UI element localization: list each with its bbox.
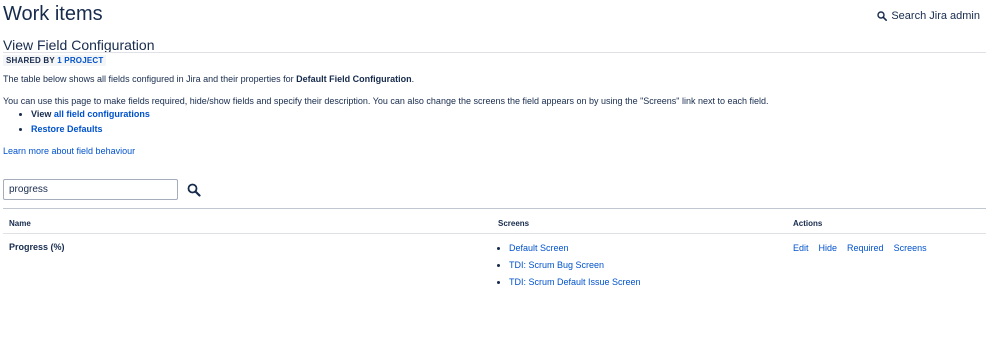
table-header-divider <box>3 233 986 234</box>
screen-item: TDI: Scrum Bug Screen <box>509 257 641 274</box>
shared-by-badge: SHARED BY 1 PROJECT <box>3 55 107 66</box>
description-prefix: The table below shows all fields configu… <box>3 74 294 84</box>
learn-more-link[interactable]: Learn more about field behaviour <box>3 146 135 156</box>
shared-projects-link[interactable]: 1 PROJECT <box>57 56 103 65</box>
hide-action[interactable]: Hide <box>819 243 838 253</box>
option-view-all: View all field configurations <box>31 107 150 122</box>
required-action[interactable]: Required <box>847 243 884 253</box>
all-field-configurations-link[interactable]: all field configurations <box>54 109 150 119</box>
column-header-name: Name <box>9 219 31 228</box>
page-title: Work items <box>3 3 103 25</box>
restore-defaults-link[interactable]: Restore Defaults <box>31 124 103 134</box>
screens-action[interactable]: Screens <box>894 243 927 253</box>
description-usage: You can use this page to make fields req… <box>3 96 769 106</box>
screen-item: Default Screen <box>509 240 641 257</box>
search-icon[interactable] <box>187 183 201 197</box>
screens-list: Default Screen TDI: Scrum Bug Screen TDI… <box>496 240 641 291</box>
description-suffix: . <box>411 74 415 84</box>
option-view-prefix: View <box>31 109 52 119</box>
description-config: The table below shows all fields configu… <box>3 74 414 84</box>
column-header-actions: Actions <box>793 219 823 228</box>
table-top-divider <box>3 208 986 209</box>
column-header-screens: Screens <box>498 219 530 228</box>
edit-action[interactable]: Edit <box>793 243 809 253</box>
search-jira-admin-label: Search Jira admin <box>891 10 980 22</box>
section-title: View Field Configuration <box>3 37 155 53</box>
row-actions: Edit Hide Required Screens <box>793 243 927 253</box>
shared-by-prefix: SHARED BY <box>6 56 55 65</box>
config-options-list: View all field configurations Restore De… <box>17 107 150 137</box>
search-jira-admin-link[interactable]: Search Jira admin <box>877 10 980 22</box>
field-search-input[interactable] <box>3 179 178 200</box>
screen-link-scrum-default-issue[interactable]: TDI: Scrum Default Issue Screen <box>509 277 641 287</box>
title-divider <box>3 52 986 53</box>
option-restore: Restore Defaults <box>31 122 150 137</box>
screen-link-default[interactable]: Default Screen <box>509 243 569 253</box>
config-name: Default Field Configuration <box>296 74 412 84</box>
field-name: Progress (%) <box>9 242 65 252</box>
search-icon <box>877 11 888 21</box>
screen-item: TDI: Scrum Default Issue Screen <box>509 274 641 291</box>
screen-link-scrum-bug[interactable]: TDI: Scrum Bug Screen <box>509 260 604 270</box>
